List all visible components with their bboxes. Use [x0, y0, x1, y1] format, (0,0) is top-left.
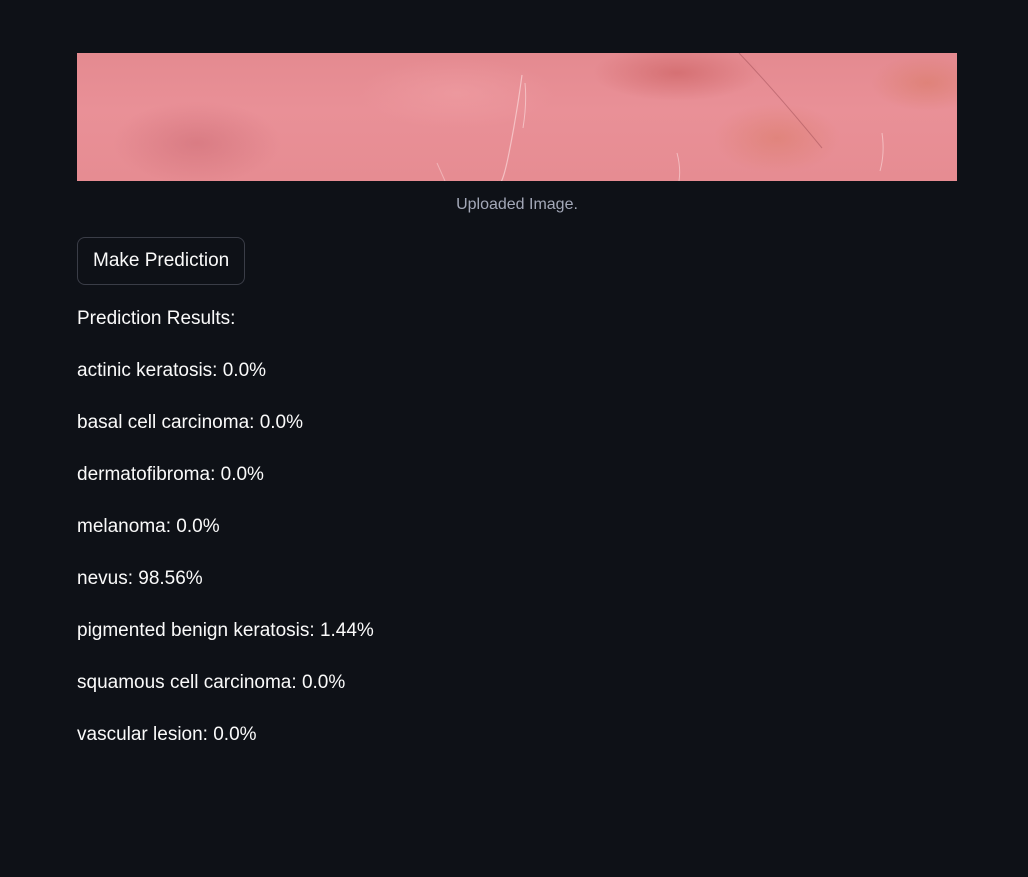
result-value: 98.56% [138, 568, 203, 589]
result-label: actinic keratosis [77, 360, 213, 381]
result-item: melanoma: 0.0% [77, 516, 220, 537]
results-heading: Prediction Results: [77, 308, 236, 329]
result-value: 1.44% [319, 620, 374, 641]
result-label: dermatofibroma [77, 464, 211, 485]
result-item: dermatofibroma: 0.0% [77, 464, 264, 485]
result-value: 0.0% [259, 412, 304, 433]
main-content: Uploaded Image. Make Prediction Predicti… [77, 53, 957, 747]
result-label: squamous cell carcinoma [77, 672, 292, 693]
result-label: pigmented benign keratosis [77, 620, 310, 641]
result-item: vascular lesion: 0.0% [77, 724, 257, 745]
uploaded-image [77, 53, 957, 181]
result-label: nevus [77, 568, 128, 589]
result-value: 0.0% [213, 724, 257, 745]
result-value: 0.0% [220, 464, 264, 485]
result-label: melanoma [77, 516, 166, 537]
image-caption: Uploaded Image. [456, 196, 578, 213]
skin-texture [436, 53, 884, 181]
result-label: basal cell carcinoma [77, 412, 250, 433]
result-value: 0.0% [176, 516, 220, 537]
result-item: basal cell carcinoma: 0.0% [77, 412, 304, 433]
result-item: pigmented benign keratosis: 1.44% [77, 620, 374, 641]
result-label: vascular lesion [77, 724, 203, 745]
result-item: actinic keratosis: 0.0% [77, 360, 267, 381]
results-list: actinic keratosis: 0.0% basal cell carci… [77, 359, 957, 747]
result-item: squamous cell carcinoma: 0.0% [77, 672, 346, 693]
result-value: 0.0% [301, 672, 346, 693]
result-value: 0.0% [222, 360, 267, 381]
result-item: nevus: 98.56% [77, 568, 203, 589]
make-prediction-button[interactable]: Make Prediction [77, 237, 246, 285]
